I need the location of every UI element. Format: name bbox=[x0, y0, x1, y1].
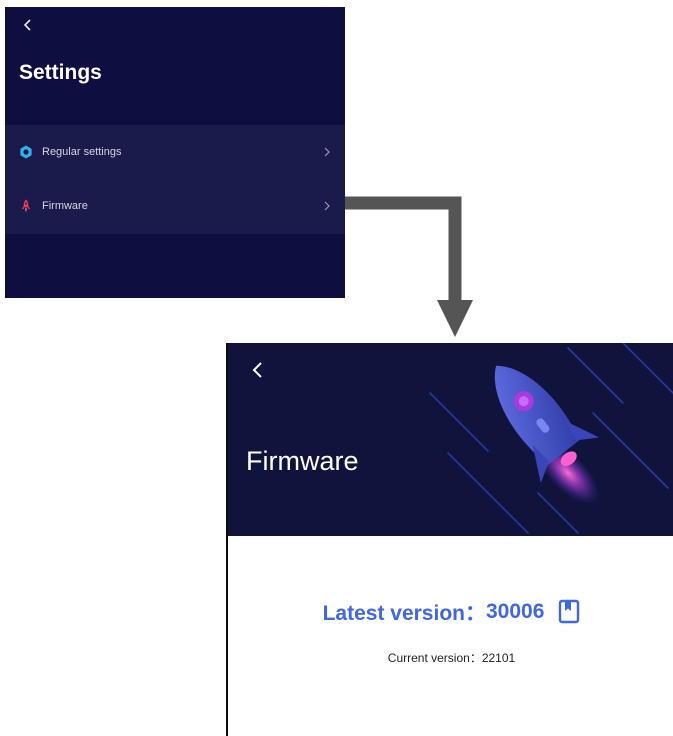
release-notes-icon[interactable] bbox=[558, 599, 580, 625]
rocket-illustration bbox=[429, 343, 673, 534]
firmware-header: Firmware bbox=[228, 343, 673, 536]
latest-version-value: 30006 bbox=[485, 600, 545, 623]
latest-version-label: Latest version： bbox=[322, 602, 486, 625]
current-version: Current version：22101 bbox=[228, 649, 673, 666]
current-version-label: Current version： bbox=[387, 651, 482, 665]
page-title: Firmware bbox=[246, 446, 359, 476]
chevron-left-icon bbox=[252, 362, 262, 378]
latest-version: Latest version： 30006 bbox=[228, 597, 673, 627]
back-button[interactable] bbox=[250, 359, 264, 381]
current-version-value: 22101 bbox=[481, 651, 516, 665]
firmware-screen: Firmware Latest version： 30006 Current v… bbox=[226, 343, 673, 736]
